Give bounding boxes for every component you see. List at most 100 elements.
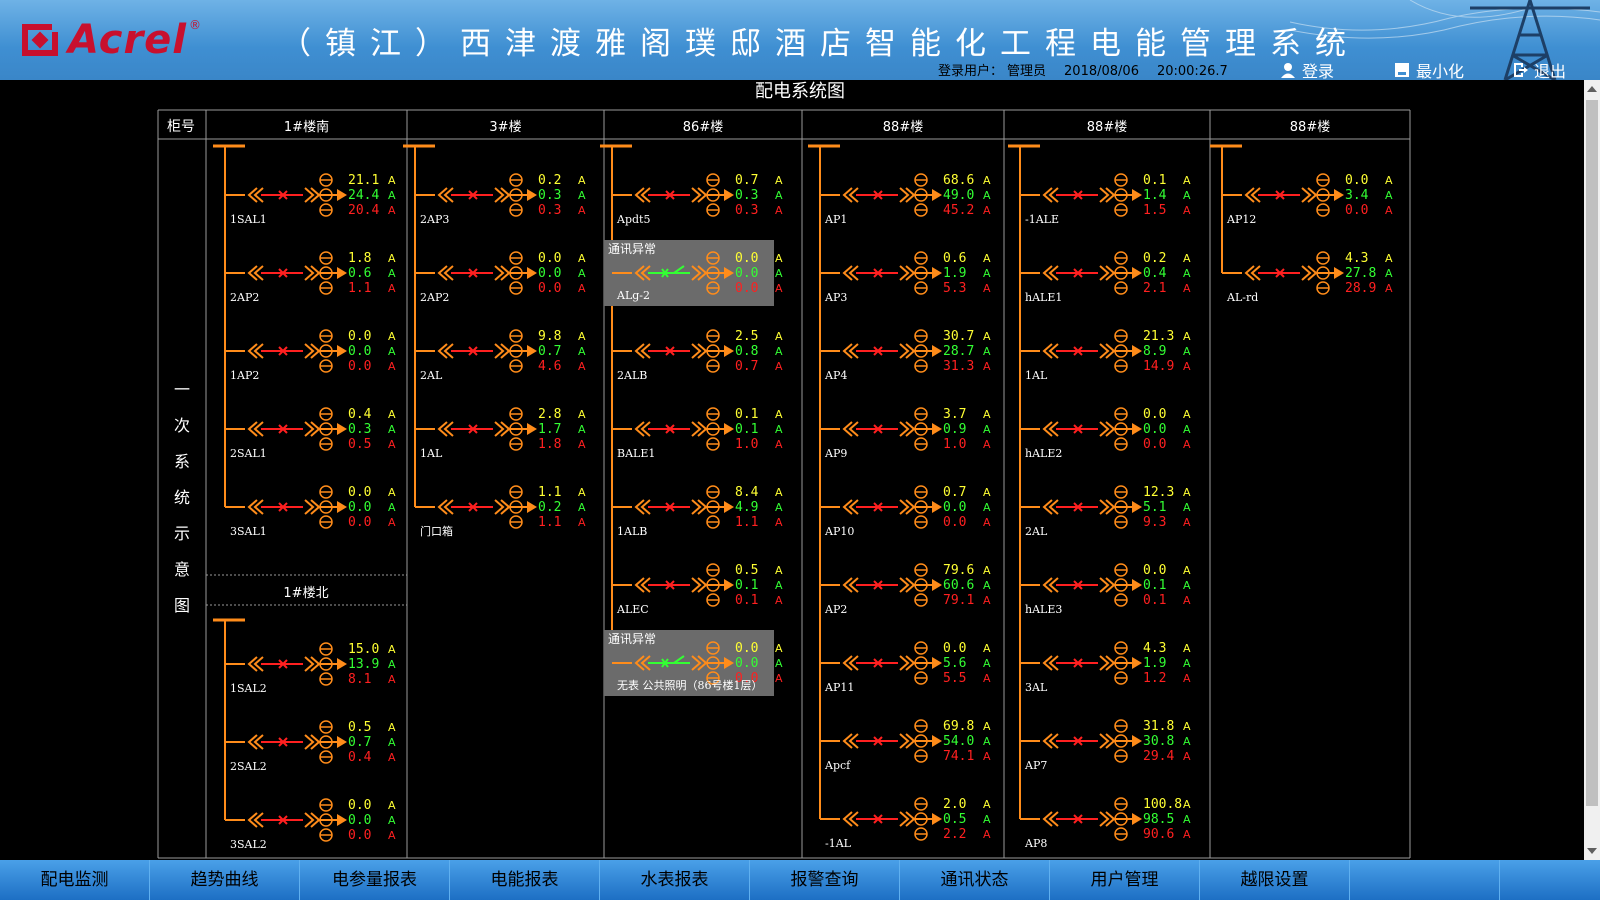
feeder-2AP3[interactable]: 0.2 A 0.3 A 0.3 A 2AP3 bbox=[415, 173, 586, 226]
feeder-2AP2[interactable]: 1.8 A 0.6 A 1.1 A 2AP2 bbox=[225, 251, 396, 304]
feeder-AP4[interactable]: 30.7 A 28.7 A 31.3 A AP4 bbox=[820, 329, 991, 382]
plug-right-icon bbox=[899, 421, 916, 437]
feeder-AP9[interactable]: 3.7 A 0.9 A 1.0 A AP9 bbox=[820, 407, 991, 460]
feeder--1ALE[interactable]: 0.1 A 1.4 A 1.5 A -1ALE bbox=[1020, 173, 1191, 226]
unit-b: A bbox=[775, 657, 783, 670]
feeder-门口箱[interactable]: 1.1 A 0.2 A 1.1 A 门口箱 bbox=[415, 485, 586, 538]
feeder-2AL[interactable]: 9.8 A 0.7 A 4.6 A 2AL bbox=[415, 329, 586, 382]
feeder-ALg-2[interactable]: 通讯异常 0.0 A 0.0 A 0.0 A ALg-2 bbox=[604, 240, 783, 306]
feeder-3SAL2[interactable]: 0.0 A 0.0 A 0.0 A 3SAL2 bbox=[225, 798, 396, 851]
feeder-AP12[interactable]: 0.0 A 3.4 A 0.0 A AP12 bbox=[1222, 173, 1393, 226]
exit-button[interactable]: 退出 bbox=[1512, 58, 1566, 80]
feeder-AL-rd[interactable]: 4.3 A 27.8 A 28.9 A AL-rd bbox=[1222, 251, 1393, 304]
current-value-b: 0.6 bbox=[348, 266, 371, 281]
minimize-button[interactable]: 最小化 bbox=[1394, 58, 1464, 80]
feeder-3SAL1[interactable]: 0.0 A 0.0 A 0.0 A 3SAL1 bbox=[225, 485, 396, 538]
plug-right-icon bbox=[1099, 499, 1116, 515]
plug-left-icon bbox=[634, 187, 651, 203]
user-icon bbox=[1280, 62, 1296, 78]
unit-a: A bbox=[983, 252, 991, 265]
feeder-BALE1[interactable]: 0.1 A 0.1 A 1.0 A BALE1 bbox=[612, 407, 783, 460]
unit-c: A bbox=[388, 438, 396, 451]
feeder-AP11[interactable]: 0.0 A 5.6 A 5.5 A AP11 bbox=[820, 641, 991, 694]
scroll-up-icon[interactable] bbox=[1587, 86, 1597, 92]
feeder-1AP2[interactable]: 0.0 A 0.0 A 0.0 A 1AP2 bbox=[225, 329, 396, 382]
feeder-label: 门口箱 bbox=[420, 524, 453, 538]
plug-right-icon bbox=[1099, 187, 1116, 203]
current-value-a: 0.0 bbox=[735, 641, 758, 656]
unit-b: A bbox=[388, 658, 396, 671]
nav-tab-7[interactable]: 通讯状态 bbox=[900, 860, 1050, 900]
feeder-无表 公共照明（86号楼1层）[interactable]: 通讯异常0.0 A0.0 A0.0 A无表 公共照明（86号楼1层） bbox=[604, 630, 783, 696]
current-value-c: 1.5 bbox=[1143, 203, 1166, 218]
login-button[interactable]: 登录 bbox=[1280, 58, 1334, 80]
vertical-scrollbar[interactable] bbox=[1584, 80, 1600, 860]
current-value-b: 3.4 bbox=[1345, 188, 1369, 203]
nav-tab-2[interactable]: 趋势曲线 bbox=[150, 860, 300, 900]
feeder-1AL[interactable]: 2.8 A 1.7 A 1.8 A 1AL bbox=[415, 407, 586, 460]
current-value-b: 0.0 bbox=[943, 500, 966, 515]
feeder-2SAL1[interactable]: 0.4 A 0.3 A 0.5 A 2SAL1 bbox=[225, 407, 396, 460]
scroll-thumb[interactable] bbox=[1586, 100, 1598, 806]
feeder-hALE1[interactable]: 0.2 A 0.4 A 2.1 AhALE1 bbox=[1020, 251, 1191, 304]
system-title: （镇江）西津渡雅阁璞邸酒店智能化工程电能管理系统 bbox=[280, 26, 1360, 62]
nav-tab-5[interactable]: 水表报表 bbox=[600, 860, 750, 900]
unit-a: A bbox=[983, 408, 991, 421]
feeder-AP10[interactable]: 0.7 A 0.0 A 0.0 A AP10 bbox=[820, 485, 991, 538]
feeder-hALE3[interactable]: 0.0 A 0.1 A 0.1 AhALE3 bbox=[1020, 563, 1191, 616]
plug-left-icon bbox=[437, 499, 454, 515]
feeder-ALEC[interactable]: 0.5 A 0.1 A 0.1 A ALEC bbox=[612, 563, 783, 616]
nav-tab-1[interactable]: 配电监测 bbox=[0, 860, 150, 900]
login-user-label: 登录用户： bbox=[938, 64, 1004, 79]
unit-c: A bbox=[983, 204, 991, 217]
nav-tab-9[interactable]: 越限设置 bbox=[1200, 860, 1350, 900]
feeder--1AL[interactable]: 2.0 A 0.5 A 2.2 A -1AL bbox=[820, 797, 991, 850]
nav-tab-4[interactable]: 电能报表 bbox=[450, 860, 600, 900]
feeder-label: AP3 bbox=[824, 291, 847, 304]
unit-b: A bbox=[983, 345, 991, 358]
feeder-1AL[interactable]: 21.3 A 8.9 A 14.9 A 1AL bbox=[1020, 329, 1191, 382]
current-value-a: 4.3 bbox=[1143, 641, 1166, 656]
unit-b: A bbox=[578, 501, 586, 514]
current-value-a: 21.3 bbox=[1143, 329, 1174, 344]
unit-c: A bbox=[388, 360, 396, 373]
current-value-c: 0.0 bbox=[348, 515, 371, 530]
feeder-Apdt5[interactable]: 0.7 A 0.3 A 0.3 A Apdt5 bbox=[612, 173, 783, 226]
feeder-AP7[interactable]: 31.8 A 30.8 A 29.4 A AP7 bbox=[1020, 719, 1191, 772]
unit-b: A bbox=[388, 345, 396, 358]
feeder-label: AP11 bbox=[824, 681, 854, 694]
feeder-1SAL1[interactable]: 21.1 A 24.4 A 20.4 A 1SAL1 bbox=[225, 173, 396, 226]
current-value-a: 4.3 bbox=[1345, 251, 1368, 266]
unit-c: A bbox=[983, 360, 991, 373]
feeder-1ALB[interactable]: 8.4 A 4.9 A 1.1 A 1ALB bbox=[612, 485, 783, 538]
feeder-2AP2[interactable]: 0.0 A 0.0 A 0.0 A 2AP2 bbox=[415, 251, 586, 304]
nav-tab-3[interactable]: 电参量报表 bbox=[300, 860, 450, 900]
unit-c: A bbox=[578, 204, 586, 217]
arrow-icon bbox=[1334, 189, 1344, 201]
unit-a: A bbox=[983, 174, 991, 187]
feeder-AP1[interactable]: 68.6 A 49.0 A 45.2 A AP1 bbox=[820, 173, 991, 226]
current-value-a: 0.0 bbox=[1345, 173, 1368, 188]
plug-left-icon bbox=[842, 811, 859, 827]
acrel-logo: Acrel ® bbox=[22, 18, 201, 62]
current-value-c: 0.3 bbox=[735, 203, 758, 218]
feeder-AP3[interactable]: 0.6 A 1.9 A 5.3 A AP3 bbox=[820, 251, 991, 304]
feeder-2SAL2[interactable]: 0.5 A 0.7 A 0.4 A 2SAL2 bbox=[225, 720, 396, 773]
feeder-1SAL2[interactable]: 15.0 A 13.9 A 8.1 A 1SAL2 bbox=[225, 642, 396, 695]
feeder-3AL[interactable]: 4.3 A 1.9 A 1.2 A 3AL bbox=[1020, 641, 1191, 694]
current-value-c: 28.9 bbox=[1345, 281, 1376, 296]
current-value-a: 9.8 bbox=[538, 329, 561, 344]
feeder-AP2[interactable]: 79.6 A 60.6 A 79.1 A AP2 bbox=[820, 563, 991, 616]
unit-c: A bbox=[578, 438, 586, 451]
feeder-AP8[interactable]: 100.8 A98.5 A90.6 AAP8 bbox=[1020, 797, 1191, 850]
feeder-Apcf[interactable]: 69.8 A 54.0 A 74.1 A Apcf bbox=[820, 719, 991, 772]
nav-tab-8[interactable]: 用户管理 bbox=[1050, 860, 1200, 900]
unit-a: A bbox=[1385, 252, 1393, 265]
feeder-hALE2[interactable]: 0.0 A 0.0 A 0.0 AhALE2 bbox=[1020, 407, 1191, 460]
feeder-2ALB[interactable]: 2.5 A 0.8 A 0.7 A 2ALB bbox=[612, 329, 783, 382]
nav-tab-6[interactable]: 报警查询 bbox=[750, 860, 900, 900]
feeder-2AL[interactable]: 12.3 A 5.1 A 9.3 A 2AL bbox=[1020, 485, 1191, 538]
arrow-icon bbox=[337, 501, 347, 513]
scroll-down-icon[interactable] bbox=[1587, 848, 1597, 854]
current-value-a: 0.0 bbox=[735, 251, 758, 266]
